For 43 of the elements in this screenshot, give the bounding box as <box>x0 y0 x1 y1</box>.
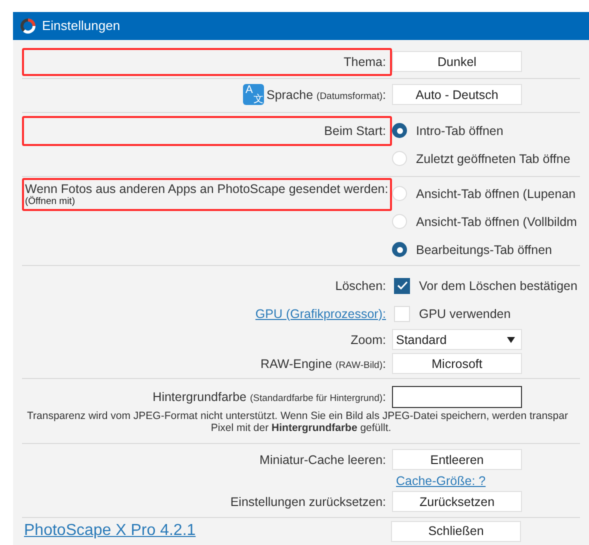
setting-label: Beim Start: <box>324 122 386 140</box>
value-button[interactable]: Dunkel <box>392 51 522 72</box>
setting-label: Wenn Fotos aus anderen Apps an PhotoScape gesendet werden: <box>25 182 388 196</box>
radio-button[interactable] <box>392 123 407 138</box>
setting-label: Sprache (Datumsformat): <box>266 86 386 104</box>
app-logo-icon <box>20 18 36 34</box>
color-field[interactable] <box>392 386 522 408</box>
setting-label: Thema: <box>344 54 386 71</box>
setting-label: Miniatur-Cache leeren: <box>260 452 386 469</box>
setting-label: RAW-Engine (RAW-Bild): <box>260 356 386 373</box>
radio-button[interactable] <box>392 151 407 166</box>
setting-hint: (Öffnen mit) <box>25 196 75 207</box>
setting-label: Einstellungen zurücksetzen: <box>230 494 386 511</box>
setting-label: Löschen: <box>335 278 386 295</box>
translate-icon: A 文 <box>243 84 264 106</box>
radio-option[interactable]: Intro-Tab öffnen <box>392 116 570 145</box>
setting-label: Hintergrundfarbe (Standardfarbe für Hintergrund): <box>152 388 386 406</box>
checkbox[interactable] <box>394 278 410 294</box>
gpu-link[interactable]: GPU (Grafikprozessor): <box>255 304 386 324</box>
checkbox-option[interactable]: GPU verwenden <box>392 304 511 324</box>
value-button[interactable]: Entleeren <box>392 449 522 470</box>
checkbox[interactable] <box>394 306 410 322</box>
radio-option[interactable]: Bearbeitungs-Tab öffnen <box>392 236 577 264</box>
info-text: Pixel mit der Hintergrundfarbe gefüllt. <box>210 422 392 434</box>
radio-button[interactable] <box>392 242 407 258</box>
radio-button[interactable] <box>392 214 407 230</box>
value-button[interactable]: Microsoft <box>392 353 522 374</box>
dropdown-caret-icon <box>507 336 515 343</box>
radio-option[interactable]: Ansicht-Tab öffnen (Lupenan <box>392 180 577 208</box>
setting-label: Zoom: <box>350 332 386 349</box>
radio-button[interactable] <box>392 186 407 202</box>
info-text: Transparenz wird vom JPEG-Format nicht unterstützt. Wenn Sie ein Bild als JPEG-Datei speichern, werden transpar <box>26 410 568 422</box>
value-button[interactable]: Auto - Deutsch <box>392 84 522 106</box>
window-title: Einstellungen <box>42 17 120 36</box>
checkmark-icon <box>396 281 408 290</box>
version-link[interactable]: PhotoScape X Pro 4.2.1 <box>24 519 391 544</box>
checkbox-option[interactable]: Vor dem Löschen bestätigen <box>392 276 578 296</box>
value-button[interactable]: Zurücksetzen <box>392 491 522 512</box>
close-button[interactable]: Schließen <box>391 520 521 542</box>
cache-size-link[interactable]: Cache-Größe: ? <box>396 472 486 490</box>
radio-option[interactable]: Ansicht-Tab öffnen (Vollbildm <box>392 208 577 236</box>
zoom-dropdown[interactable]: Standard <box>392 329 522 350</box>
radio-option[interactable]: Zuletzt geöffneten Tab öffne <box>392 144 570 173</box>
